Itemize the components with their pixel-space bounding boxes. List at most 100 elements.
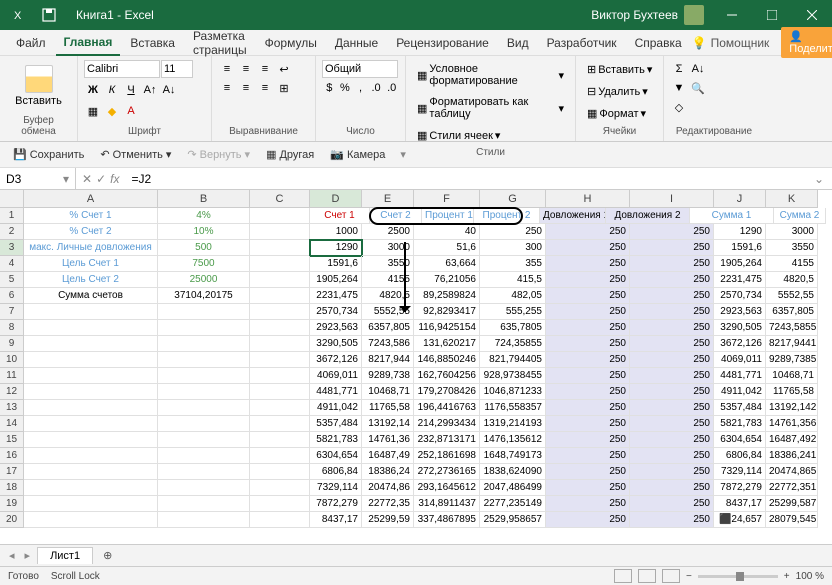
cell[interactable]: 250 bbox=[630, 368, 714, 384]
cell[interactable] bbox=[158, 512, 250, 528]
font-name-select[interactable] bbox=[84, 60, 160, 78]
sheet-nav-prev[interactable]: ◂ bbox=[6, 549, 18, 562]
comma-button[interactable]: , bbox=[353, 79, 368, 97]
cell[interactable]: 14761,36 bbox=[362, 432, 414, 448]
cell[interactable] bbox=[250, 288, 310, 304]
cell[interactable]: 250 bbox=[630, 496, 714, 512]
cell[interactable]: 250 bbox=[546, 480, 630, 496]
cell[interactable]: 337,4867895 bbox=[414, 512, 480, 528]
cell[interactable]: 6304,654 bbox=[310, 448, 362, 464]
cell[interactable]: 3290,505 bbox=[310, 336, 362, 352]
cell[interactable]: Довложения 1 bbox=[540, 208, 606, 224]
cell[interactable]: 314,8911437 bbox=[414, 496, 480, 512]
cell[interactable]: 4911,042 bbox=[714, 384, 766, 400]
cell[interactable]: 250 bbox=[546, 304, 630, 320]
cond-format-button[interactable]: ▦ Условное форматирование ▾ bbox=[412, 60, 569, 90]
cell[interactable]: 51,6 bbox=[414, 240, 480, 256]
underline-button[interactable]: Ч bbox=[122, 81, 140, 99]
sheet-tab[interactable]: Лист1 bbox=[37, 547, 93, 564]
cell[interactable]: 1905,264 bbox=[310, 272, 362, 288]
cell[interactable] bbox=[250, 224, 310, 240]
cell[interactable] bbox=[250, 512, 310, 528]
cell[interactable]: 4481,771 bbox=[714, 368, 766, 384]
cell[interactable]: макс. Личные довложения bbox=[24, 240, 158, 256]
cell[interactable]: 5552,55 bbox=[766, 288, 818, 304]
cell[interactable] bbox=[24, 432, 158, 448]
qat-camera-button[interactable]: 📷 Камера bbox=[325, 146, 390, 163]
cell[interactable]: 8437,17 bbox=[310, 512, 362, 528]
col-header[interactable]: H bbox=[546, 190, 630, 208]
cell[interactable]: 2277,235149 bbox=[480, 496, 546, 512]
cell[interactable]: 9289,7385 bbox=[766, 352, 818, 368]
cell[interactable]: 1176,558357 bbox=[480, 400, 546, 416]
row-header[interactable]: 7 bbox=[0, 304, 24, 320]
cell[interactable] bbox=[250, 272, 310, 288]
cell[interactable] bbox=[24, 416, 158, 432]
cell[interactable]: 724,35855 bbox=[480, 336, 546, 352]
cell[interactable]: 162,7604256 bbox=[414, 368, 480, 384]
cell[interactable]: % Счет 1 bbox=[24, 208, 158, 224]
cell[interactable] bbox=[158, 496, 250, 512]
insert-cells-button[interactable]: ⊞ Вставить ▾ bbox=[582, 60, 657, 79]
cell[interactable]: 250 bbox=[630, 512, 714, 528]
cell[interactable]: % Счет 2 bbox=[24, 224, 158, 240]
cell[interactable] bbox=[250, 400, 310, 416]
cell[interactable]: 4820,5 bbox=[362, 288, 414, 304]
percent-button[interactable]: % bbox=[338, 79, 353, 97]
cell[interactable]: 3000 bbox=[362, 240, 414, 256]
row-header[interactable]: 9 bbox=[0, 336, 24, 352]
cell[interactable] bbox=[158, 320, 250, 336]
col-header[interactable]: B bbox=[158, 190, 250, 208]
select-all-corner[interactable] bbox=[0, 190, 24, 208]
col-header[interactable]: I bbox=[630, 190, 714, 208]
cell[interactable]: 482,05 bbox=[480, 288, 546, 304]
cell[interactable]: 6304,654 bbox=[714, 432, 766, 448]
cell[interactable] bbox=[250, 432, 310, 448]
page-layout-button[interactable] bbox=[638, 569, 656, 583]
cell[interactable]: 250 bbox=[546, 496, 630, 512]
cell[interactable]: 7329,114 bbox=[714, 464, 766, 480]
cell[interactable]: 300 bbox=[480, 240, 546, 256]
col-header[interactable]: G bbox=[480, 190, 546, 208]
cell[interactable]: 7872,279 bbox=[714, 480, 766, 496]
cell[interactable]: 1648,749173 bbox=[480, 448, 546, 464]
cell[interactable]: 252,1861698 bbox=[414, 448, 480, 464]
cell[interactable]: 6806,84 bbox=[310, 464, 362, 480]
cell[interactable]: 2923,563 bbox=[714, 304, 766, 320]
row-header[interactable]: 5 bbox=[0, 272, 24, 288]
cell[interactable]: 7243,586 bbox=[362, 336, 414, 352]
align-bot-button[interactable]: ≡ bbox=[256, 60, 274, 78]
align-center-button[interactable]: ≡ bbox=[237, 79, 255, 97]
cell[interactable] bbox=[158, 368, 250, 384]
cell[interactable]: 250 bbox=[546, 272, 630, 288]
col-header[interactable]: F bbox=[414, 190, 480, 208]
menu-tab-вид[interactable]: Вид bbox=[499, 31, 537, 55]
cell[interactable]: Сумма 2 bbox=[774, 208, 826, 224]
row-header[interactable]: 19 bbox=[0, 496, 24, 512]
cell[interactable]: 20474,865 bbox=[766, 464, 818, 480]
cell[interactable]: 250 bbox=[546, 368, 630, 384]
format-table-button[interactable]: ▦ Форматировать как таблицу ▾ bbox=[412, 93, 569, 123]
cell[interactable]: 250 bbox=[630, 448, 714, 464]
cell[interactable]: 5357,484 bbox=[714, 400, 766, 416]
cell[interactable]: 116,9425154 bbox=[414, 320, 480, 336]
cell[interactable] bbox=[250, 464, 310, 480]
cell[interactable] bbox=[158, 448, 250, 464]
cell[interactable]: 250 bbox=[546, 352, 630, 368]
cell[interactable]: 355 bbox=[480, 256, 546, 272]
cell[interactable]: 250 bbox=[546, 336, 630, 352]
cell[interactable]: 415,5 bbox=[480, 272, 546, 288]
cell[interactable]: 250 bbox=[630, 320, 714, 336]
cell[interactable]: 3550 bbox=[766, 240, 818, 256]
menu-tab-формулы[interactable]: Формулы bbox=[257, 31, 325, 55]
cell[interactable] bbox=[158, 464, 250, 480]
autosum-button[interactable]: Σ bbox=[670, 60, 688, 78]
cell[interactable]: 7872,279 bbox=[310, 496, 362, 512]
cell[interactable]: 250 bbox=[546, 432, 630, 448]
cell[interactable]: 18386,24 bbox=[362, 464, 414, 480]
cell[interactable]: 5357,484 bbox=[310, 416, 362, 432]
cell[interactable]: 14761,356 bbox=[766, 416, 818, 432]
cell[interactable]: 2500 bbox=[362, 224, 414, 240]
delete-cells-button[interactable]: ⊟ Удалить ▾ bbox=[582, 82, 657, 101]
cell[interactable]: 63,664 bbox=[414, 256, 480, 272]
